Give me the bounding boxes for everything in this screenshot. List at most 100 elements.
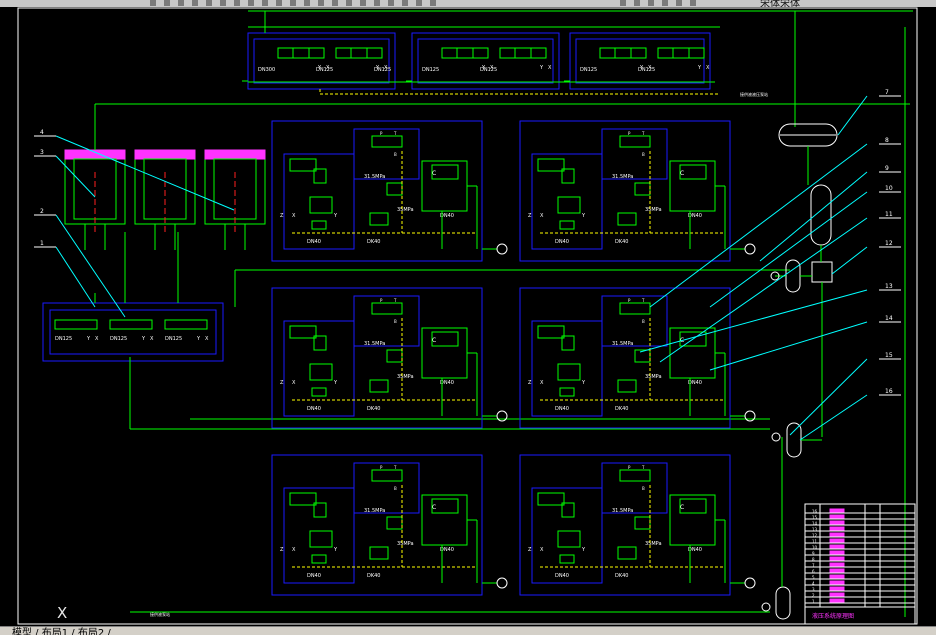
unit-cylinder-box — [421, 327, 468, 379]
port-label-y: Y — [333, 380, 338, 386]
callout-number: 12 — [885, 240, 893, 247]
drawing-canvas[interactable]: Y X Y X DN300 DN125 DN125 Y X Y X DN125 DN125 Y X Y X DN1… — [0, 7, 936, 626]
port-label-t: T — [393, 465, 397, 470]
unit-cylinder-box — [669, 494, 716, 546]
valve-symbol — [311, 220, 327, 230]
pressure-label: 35MPa — [645, 541, 662, 547]
dn-label: DN40 — [307, 239, 321, 245]
valve-symbol — [537, 492, 565, 506]
port-label-x: X — [706, 65, 710, 71]
port-label-y: Y — [581, 213, 586, 219]
unit-cylinder-box — [669, 160, 716, 212]
callout-number: 2 — [40, 208, 44, 215]
valve-spool-symbol — [164, 319, 208, 330]
valve-symbol — [557, 530, 581, 548]
parts-list-index: 11 — [812, 539, 818, 544]
port-label-b: B — [642, 152, 645, 157]
check-valve — [617, 546, 637, 560]
port-label-p: P — [628, 131, 631, 136]
valve-size-label: DN300 — [258, 67, 275, 73]
valve-size-label: DN125 — [638, 67, 655, 73]
port-label-b: B — [394, 152, 397, 157]
unit-valve-block — [283, 153, 355, 250]
valve-spool-symbol — [441, 47, 489, 59]
pressure-label: 31.5MPa — [364, 341, 385, 347]
valve-spool-symbol — [54, 319, 98, 330]
parts-list-name — [829, 520, 845, 525]
port-label-y: Y — [86, 336, 91, 342]
top-valve-group — [247, 32, 396, 90]
left-valve-group-inner — [49, 309, 217, 355]
parts-list-index: 12 — [812, 533, 818, 538]
gauge — [761, 602, 771, 612]
dk-label: DK40 — [615, 239, 629, 245]
top-valve-group — [569, 32, 711, 90]
directional-valve — [371, 469, 403, 482]
port-label-y: Y — [333, 213, 338, 219]
valve-symbol — [559, 554, 575, 564]
leader-line — [659, 217, 868, 363]
pressure-label: 31.5MPa — [364, 508, 385, 514]
relief-valve — [634, 516, 651, 530]
callout-number: 14 — [885, 315, 893, 322]
cylinder-cap — [204, 149, 266, 160]
port-label-z: Z — [528, 380, 532, 386]
valve-symbol — [557, 363, 581, 381]
check-valve — [617, 212, 637, 226]
cylinder-label: C — [432, 170, 436, 177]
top-valve-group-inner — [253, 38, 390, 84]
leader-line — [639, 289, 868, 353]
valve-symbol — [309, 363, 333, 381]
valve-spool-symbol — [657, 47, 705, 59]
port-label-p: P — [380, 298, 383, 303]
leader-line — [55, 155, 96, 198]
port-label-t: T — [641, 131, 645, 136]
port-label-y: Y — [333, 547, 338, 553]
leader-line — [649, 143, 868, 308]
relief-valve — [386, 182, 403, 196]
cylinder-label: C — [432, 337, 436, 344]
top-valve-group-inner — [417, 38, 554, 84]
valve-spool-symbol — [599, 47, 647, 59]
left-valve-group — [42, 302, 224, 362]
junction-block — [811, 261, 833, 283]
valve-symbol — [309, 530, 333, 548]
callout-number: 9 — [885, 165, 889, 172]
valve-size-label: DN125 — [374, 67, 391, 73]
port-label-p: P — [628, 298, 631, 303]
pressure-label: 35MPa — [397, 207, 414, 213]
port-label-p: P — [628, 465, 631, 470]
unit-valve-block — [531, 153, 603, 250]
callout-number: 11 — [885, 211, 893, 218]
toolbar-icon-strip-2[interactable] — [620, 0, 700, 6]
hydraulic-schematic: Y X Y XDN300 DN125 DN125 Y X Y XDN125 DN125 Y X Y XDN1… — [17, 7, 918, 625]
callout-number: 7 — [885, 89, 889, 96]
leader-line — [55, 135, 235, 211]
port-label-p: P — [380, 131, 383, 136]
dn-label: DN40 — [555, 406, 569, 412]
valve-symbol — [557, 196, 581, 214]
port-label-t: T — [393, 298, 397, 303]
port-label-t: T — [393, 131, 397, 136]
pressure-label: 35MPa — [397, 374, 414, 380]
unit-valve-block — [531, 487, 603, 584]
callout-number: 3 — [40, 149, 44, 156]
directional-valve — [619, 469, 651, 482]
toolbar-icon-strip[interactable] — [150, 0, 440, 6]
parts-list-name — [829, 586, 845, 591]
parts-list-name — [829, 514, 845, 519]
port-label-y: Y — [581, 547, 586, 553]
parts-list-index: 16 — [812, 509, 818, 514]
valve-size-label: DN125 — [110, 336, 127, 342]
parts-list-name — [829, 580, 845, 585]
parts-list-name — [829, 544, 845, 549]
valve-spool-symbol — [335, 47, 383, 59]
valve-size-label: DN125 — [55, 336, 72, 342]
callout-number: 1 — [40, 240, 44, 247]
check-valve — [617, 379, 637, 393]
port-label-x: X — [292, 213, 296, 219]
parts-list-name — [829, 532, 845, 537]
valve-spool-symbol — [109, 319, 153, 330]
dn-label: DN40 — [307, 406, 321, 412]
port-label-z: Z — [280, 380, 284, 386]
